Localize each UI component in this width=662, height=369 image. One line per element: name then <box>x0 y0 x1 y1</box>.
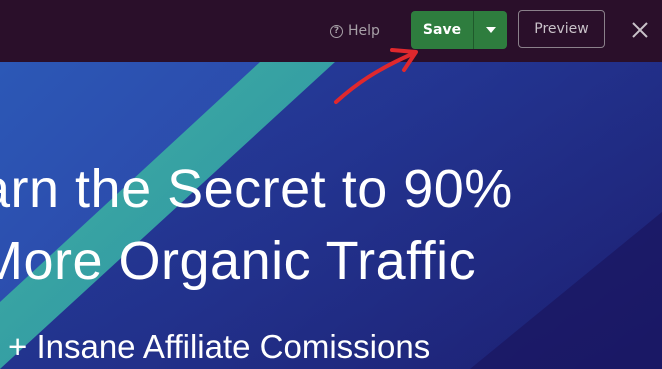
save-dropdown-toggle[interactable] <box>473 11 507 49</box>
help-label: Help <box>348 23 380 39</box>
headline-line-1: arn the Secret to 90% <box>0 159 513 219</box>
subheadline: + Insane Affiliate Comissions <box>8 328 431 365</box>
close-icon[interactable] <box>628 18 652 42</box>
question-circle-icon: ? <box>330 24 343 38</box>
headline-line-2: More Organic Traffic <box>0 231 477 291</box>
annotation-arrow-icon <box>334 48 418 104</box>
preview-button[interactable]: Preview <box>518 10 605 48</box>
caret-down-icon <box>485 27 496 33</box>
help-link[interactable]: ? Help <box>330 22 380 40</box>
